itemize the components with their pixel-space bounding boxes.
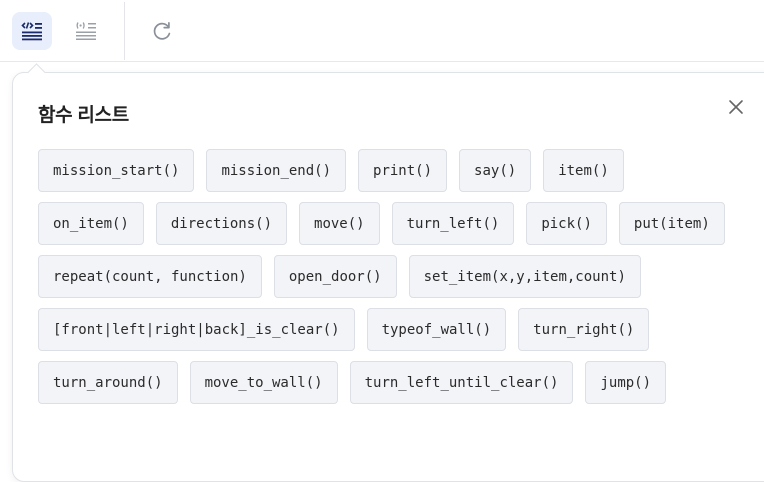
popover-title: 함수 리스트 [38,105,129,126]
function-chip[interactable]: mission_end() [206,149,347,192]
function-chip[interactable]: open_door() [273,255,397,298]
code-view-button[interactable] [12,12,52,50]
function-chip[interactable]: turn_right() [518,308,650,351]
function-chip[interactable]: say() [459,149,532,192]
function-chip[interactable]: repeat(count, function) [38,255,262,298]
function-chip[interactable]: turn_around() [38,361,178,404]
function-chip[interactable]: pick() [526,202,607,245]
function-chip[interactable]: print() [358,149,448,192]
function-chip[interactable]: set_item(x,y,item,count) [408,255,641,298]
text-list-icon [76,22,96,40]
code-list-icon [21,22,42,41]
function-chip[interactable]: directions() [155,202,288,245]
refresh-button[interactable] [142,12,182,50]
function-chip[interactable]: turn_left_until_clear() [349,361,574,404]
text-view-button[interactable] [66,12,106,50]
popover-pointer [27,63,46,82]
function-chip[interactable]: move() [299,202,380,245]
function-chip[interactable]: on_item() [38,202,144,245]
toolbar-bottom-border [0,61,764,62]
toolbar-divider [124,2,125,60]
toolbar [0,0,764,62]
function-chip[interactable]: mission_start() [38,149,195,192]
function-chip[interactable]: turn_left() [391,202,515,245]
function-chip-list: mission_start() mission_end() print() say()… [38,149,728,404]
function-chip[interactable]: move_to_wall() [189,361,338,404]
function-chip[interactable]: typeof_wall() [366,308,507,351]
function-list-popover: 함수 리스트 mission_start() mission_end() print… [12,63,764,482]
function-chip[interactable]: put(item) [618,202,725,245]
function-chip[interactable]: jump() [585,361,667,404]
function-chip[interactable]: item() [543,149,624,192]
function-chip[interactable]: [front|left|right|back]_is_clear() [38,308,355,351]
refresh-icon [153,21,171,40]
close-icon[interactable] [727,98,745,116]
